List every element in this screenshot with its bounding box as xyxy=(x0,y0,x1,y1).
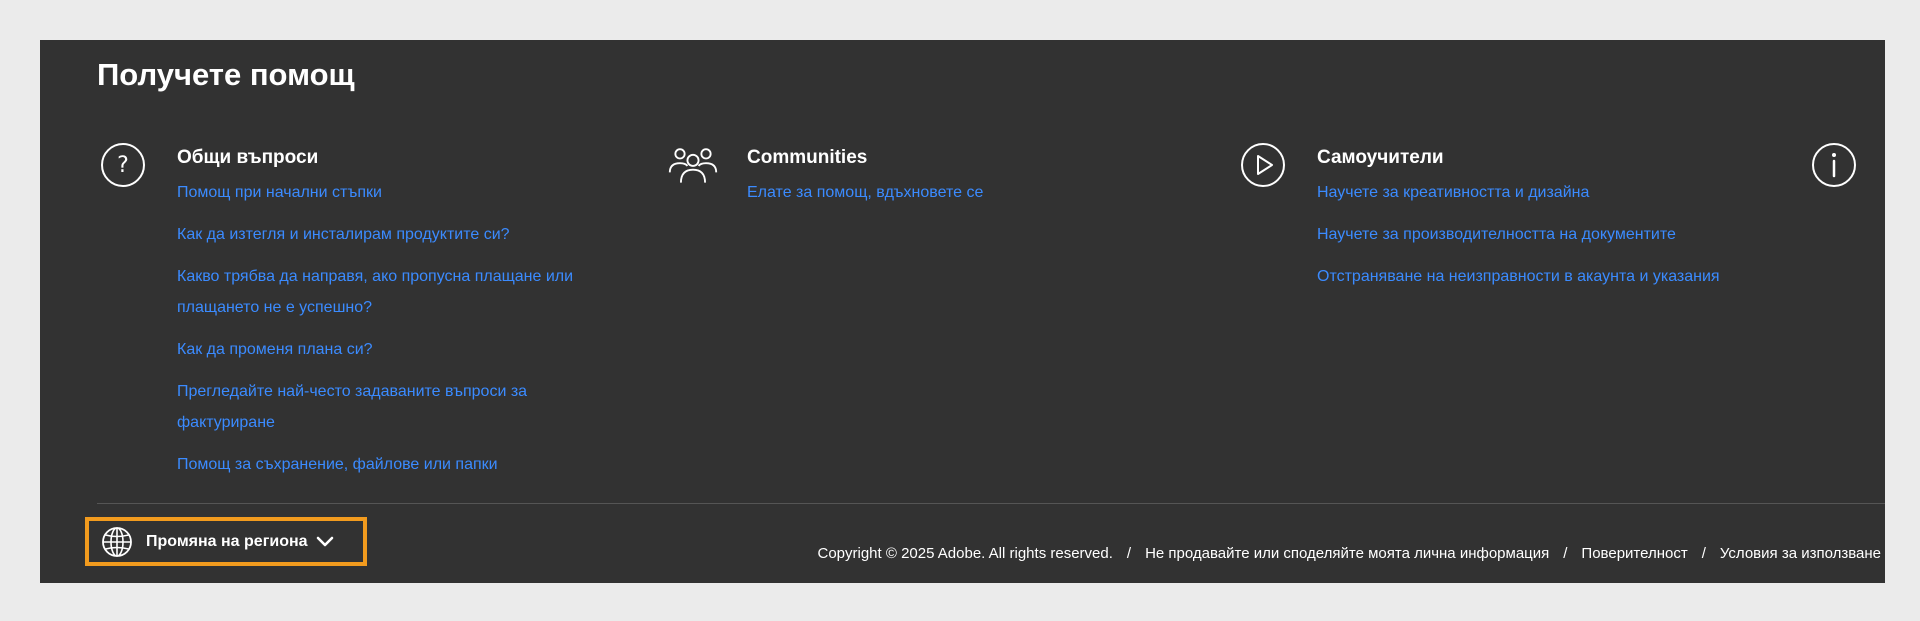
separator: / xyxy=(1563,545,1568,562)
link-getting-started[interactable]: Помощ при начални стъпки xyxy=(177,177,607,208)
link-community-help[interactable]: Елате за помощ, вдъхновете се xyxy=(747,177,1077,208)
link-billing-faq[interactable]: Прегледайте най-често задаваните въпроси… xyxy=(177,376,607,438)
change-region-button[interactable]: Промяна на региона xyxy=(85,517,367,566)
svg-text:?: ? xyxy=(117,153,129,178)
column-heading: Самоучители xyxy=(1317,147,1444,168)
region-label: Промяна на региона xyxy=(146,532,308,550)
link-storage-help[interactable]: Помощ за съхранение, файлове или папки xyxy=(177,449,607,480)
footer-divider xyxy=(97,503,1885,504)
link-document-productivity[interactable]: Научете за производителността на докумен… xyxy=(1317,219,1747,250)
terms-of-use-link[interactable]: Условия за използване xyxy=(1720,545,1881,562)
legal-links-bar: Copyright © 2025 Adobe. All rights reser… xyxy=(818,545,1882,562)
separator: / xyxy=(1701,545,1706,562)
separator: / xyxy=(1126,545,1132,562)
link-change-plan[interactable]: Как да променя плана си? xyxy=(177,334,607,365)
help-footer-panel: Получете помощ ? Общи въпроси Помощ при … xyxy=(40,40,1885,583)
copyright-text: Copyright © 2025 Adobe. All rights reser… xyxy=(817,545,1113,562)
globe-icon xyxy=(101,526,133,558)
section-title: Получете помощ xyxy=(97,57,355,92)
column-heading: Communities xyxy=(747,147,868,168)
info-circle-icon xyxy=(1808,143,1860,187)
privacy-link[interactable]: Поверителност xyxy=(1581,545,1687,562)
people-group-icon xyxy=(667,143,719,187)
play-circle-icon xyxy=(1237,143,1289,187)
link-account-troubleshooting[interactable]: Отстраняване на неизправности в акаунта … xyxy=(1317,261,1747,292)
link-creativity-design[interactable]: Научете за креативността и дизайна xyxy=(1317,177,1747,208)
link-download-install[interactable]: Как да изтегля и инсталирам продуктите с… xyxy=(177,219,607,250)
column-heading: Общи въпроси xyxy=(177,147,319,168)
link-missed-payment[interactable]: Какво трябва да направя, ако пропусна пл… xyxy=(177,261,607,323)
chevron-down-icon xyxy=(316,536,334,548)
do-not-sell-link[interactable]: Не продавайте или споделяйте моята лична… xyxy=(1145,545,1549,562)
question-circle-icon: ? xyxy=(97,143,149,187)
